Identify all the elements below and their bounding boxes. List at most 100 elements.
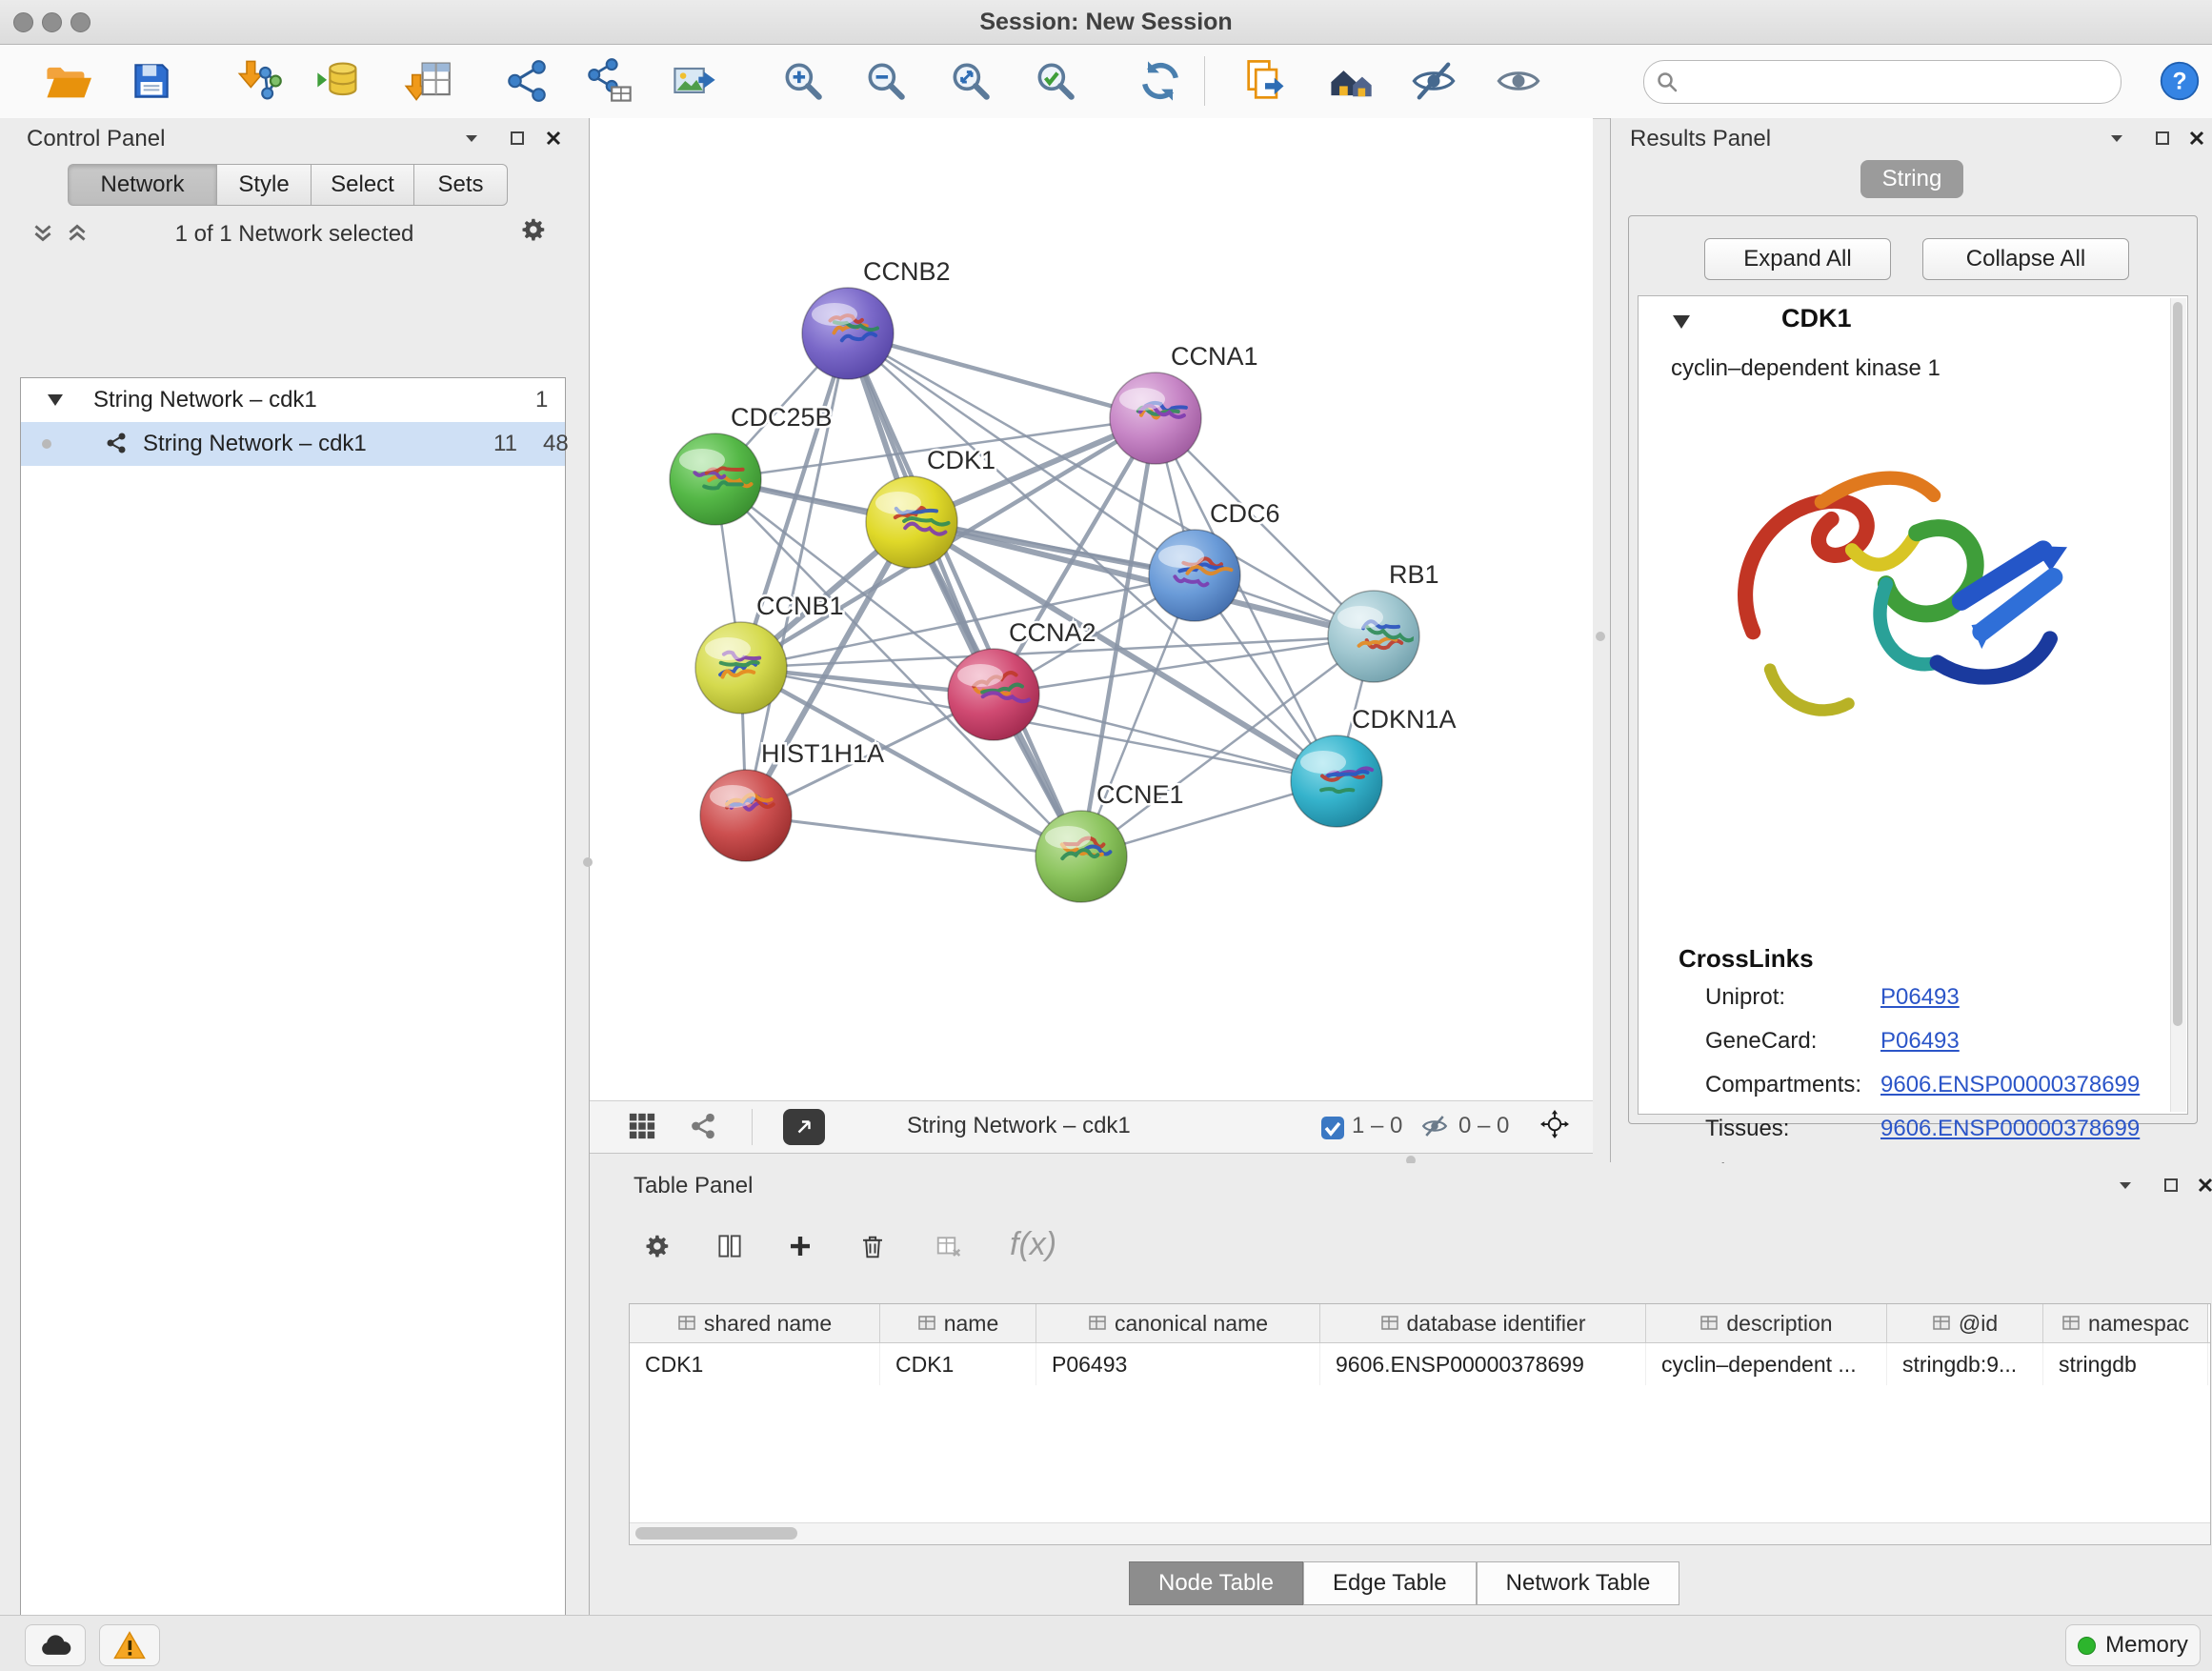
network-node-cdkn1a[interactable]: CDKN1A bbox=[1291, 705, 1457, 827]
close-panel-button[interactable] bbox=[539, 124, 568, 152]
new-network-button[interactable] bbox=[496, 50, 557, 111]
collapse-table-button[interactable] bbox=[2111, 1171, 2140, 1199]
import-network-from-database-button[interactable] bbox=[308, 50, 369, 111]
show-all-button[interactable] bbox=[1488, 50, 1549, 111]
collapse-results-button[interactable] bbox=[2102, 124, 2131, 152]
network-node-ccnb2[interactable]: CCNB2 bbox=[802, 257, 951, 379]
column-header-canonical-name[interactable]: canonical name bbox=[1036, 1304, 1320, 1342]
import-network-from-file-button[interactable] bbox=[229, 50, 290, 111]
close-table-button[interactable] bbox=[2191, 1171, 2212, 1199]
eye-slash-icon bbox=[1409, 56, 1458, 106]
birds-eye-toggle-button[interactable] bbox=[1540, 1110, 1569, 1138]
node-label: CDC25B bbox=[731, 403, 833, 432]
results-scrollbar[interactable] bbox=[2170, 298, 2186, 1112]
table-cell[interactable]: P06493 bbox=[1036, 1343, 1320, 1385]
column-header-shared-name[interactable]: shared name bbox=[630, 1304, 880, 1342]
network-label: String Network – cdk1 bbox=[143, 431, 367, 457]
table-cell[interactable]: CDK1 bbox=[880, 1343, 1036, 1385]
tab-network-table[interactable]: Network Table bbox=[1477, 1561, 1680, 1605]
tab-node-table[interactable]: Node Table bbox=[1129, 1561, 1303, 1605]
protein-detail-card: CDK1 cyclin–dependent kinase 1 CrossLink… bbox=[1638, 295, 2188, 1115]
network-options-button[interactable] bbox=[519, 215, 548, 244]
collapse-all-button[interactable]: Collapse All bbox=[1922, 238, 2129, 280]
create-column-button[interactable] bbox=[786, 1232, 814, 1260]
open-in-window-button[interactable] bbox=[783, 1109, 825, 1145]
zoom-selected-button[interactable] bbox=[1025, 50, 1086, 111]
application-window: Session: New Session bbox=[0, 0, 2212, 1671]
home-networks-button[interactable] bbox=[1320, 50, 1381, 111]
table-cell[interactable]: stringdb:9... bbox=[1887, 1343, 2043, 1385]
expand-all-button[interactable]: Expand All bbox=[1704, 238, 1891, 280]
save-session-button[interactable] bbox=[121, 50, 182, 111]
float-panel-button[interactable] bbox=[503, 124, 532, 152]
table-options-button[interactable] bbox=[643, 1232, 672, 1260]
apply-layout-button[interactable] bbox=[1130, 50, 1191, 111]
tab-network[interactable]: Network bbox=[68, 164, 216, 206]
network-overview-button[interactable] bbox=[689, 1112, 717, 1140]
table-scrollbar-thumb[interactable] bbox=[635, 1527, 797, 1540]
tab-string[interactable]: String bbox=[1860, 160, 1963, 198]
network-selection-status: 1 of 1 Network selected bbox=[0, 221, 589, 248]
show-columns-button[interactable] bbox=[715, 1232, 744, 1260]
column-header-description[interactable]: description bbox=[1646, 1304, 1887, 1342]
left-splitter-handle[interactable] bbox=[583, 857, 593, 867]
network-node-cdk1[interactable]: CDK1 bbox=[866, 446, 995, 568]
collapse-panel-button[interactable] bbox=[457, 124, 486, 152]
zoom-in-button[interactable] bbox=[773, 50, 834, 111]
column-header-database-identifier[interactable]: database identifier bbox=[1320, 1304, 1646, 1342]
results-scrollbar-thumb[interactable] bbox=[2173, 302, 2182, 1026]
float-results-button[interactable] bbox=[2148, 124, 2177, 152]
search-field[interactable] bbox=[1643, 60, 2122, 104]
export-image-button[interactable] bbox=[664, 50, 725, 111]
column-header-namespac[interactable]: namespac bbox=[2043, 1304, 2208, 1342]
delete-column-button[interactable] bbox=[858, 1232, 887, 1260]
hidden-nodes-indicator[interactable] bbox=[1420, 1112, 1449, 1140]
network-view-canvas[interactable]: CCNB2CCNA1CDC25BCDK1CDC6RB1CCNB1CCNA2CDK… bbox=[590, 118, 1593, 1100]
hide-selected-button[interactable] bbox=[1403, 50, 1464, 111]
table-horizontal-scrollbar[interactable] bbox=[630, 1522, 2210, 1544]
warnings-button[interactable] bbox=[99, 1624, 160, 1666]
tab-style[interactable]: Style bbox=[216, 164, 311, 206]
search-input[interactable] bbox=[1688, 63, 2111, 101]
selected-nodes-checkbox[interactable] bbox=[1318, 1114, 1347, 1142]
table-cell[interactable]: CDK1 bbox=[630, 1343, 880, 1385]
column-header-name[interactable]: name bbox=[880, 1304, 1036, 1342]
copy-document-button[interactable] bbox=[1235, 50, 1296, 111]
network-row-selected[interactable]: String Network – cdk1 11 48 bbox=[21, 422, 565, 466]
node-label: CCNB2 bbox=[863, 257, 951, 286]
section-collapse-icon[interactable] bbox=[1673, 315, 1690, 329]
memory-button[interactable]: Memory bbox=[2065, 1624, 2201, 1666]
help-button[interactable]: ? bbox=[2159, 60, 2201, 102]
network-node-rb1[interactable]: RB1 bbox=[1328, 560, 1439, 682]
network-node-hist1h1a[interactable]: HIST1H1A bbox=[700, 739, 884, 861]
network-collection-row[interactable]: String Network – cdk1 1 bbox=[21, 378, 565, 422]
tab-edge-table[interactable]: Edge Table bbox=[1303, 1561, 1477, 1605]
table-header-row: shared namenamecanonical namedatabase id… bbox=[630, 1304, 2210, 1343]
tab-select[interactable]: Select bbox=[311, 164, 413, 206]
tab-sets[interactable]: Sets bbox=[413, 164, 508, 206]
grid-view-button[interactable] bbox=[628, 1112, 656, 1140]
crosslink-link[interactable]: 9606.ENSP00000378699 bbox=[1880, 1116, 2140, 1142]
zoom-fit-button[interactable] bbox=[940, 50, 1001, 111]
hidden-counter: 0 – 0 bbox=[1458, 1113, 1509, 1139]
network-edge[interactable] bbox=[746, 815, 1081, 856]
import-table-from-file-button[interactable] bbox=[397, 50, 458, 111]
right-splitter-handle[interactable] bbox=[1596, 632, 1605, 641]
table-row[interactable]: CDK1CDK1P064939606.ENSP00000378699cyclin… bbox=[630, 1343, 2210, 1385]
network-node-ccna1[interactable]: CCNA1 bbox=[1110, 342, 1258, 464]
table-cell[interactable]: cyclin–dependent ... bbox=[1646, 1343, 1887, 1385]
cloud-status-button[interactable] bbox=[25, 1624, 86, 1666]
table-cell[interactable]: stringdb bbox=[2043, 1343, 2208, 1385]
column-header--id[interactable]: @id bbox=[1887, 1304, 2043, 1342]
zoom-out-button[interactable] bbox=[855, 50, 916, 111]
close-results-button[interactable] bbox=[2182, 124, 2211, 152]
refresh-icon bbox=[1136, 56, 1185, 106]
crosslink-link[interactable]: P06493 bbox=[1880, 984, 1960, 1011]
new-network-from-table-button[interactable] bbox=[579, 50, 640, 111]
open-session-button[interactable] bbox=[36, 50, 97, 111]
crosslink-link[interactable]: P06493 bbox=[1880, 1028, 1960, 1055]
float-table-button[interactable] bbox=[2157, 1171, 2185, 1199]
table-cell[interactable]: 9606.ENSP00000378699 bbox=[1320, 1343, 1646, 1385]
crosslink-link[interactable]: 9606.ENSP00000378699 bbox=[1880, 1072, 2140, 1098]
network-edge[interactable] bbox=[848, 333, 1081, 856]
